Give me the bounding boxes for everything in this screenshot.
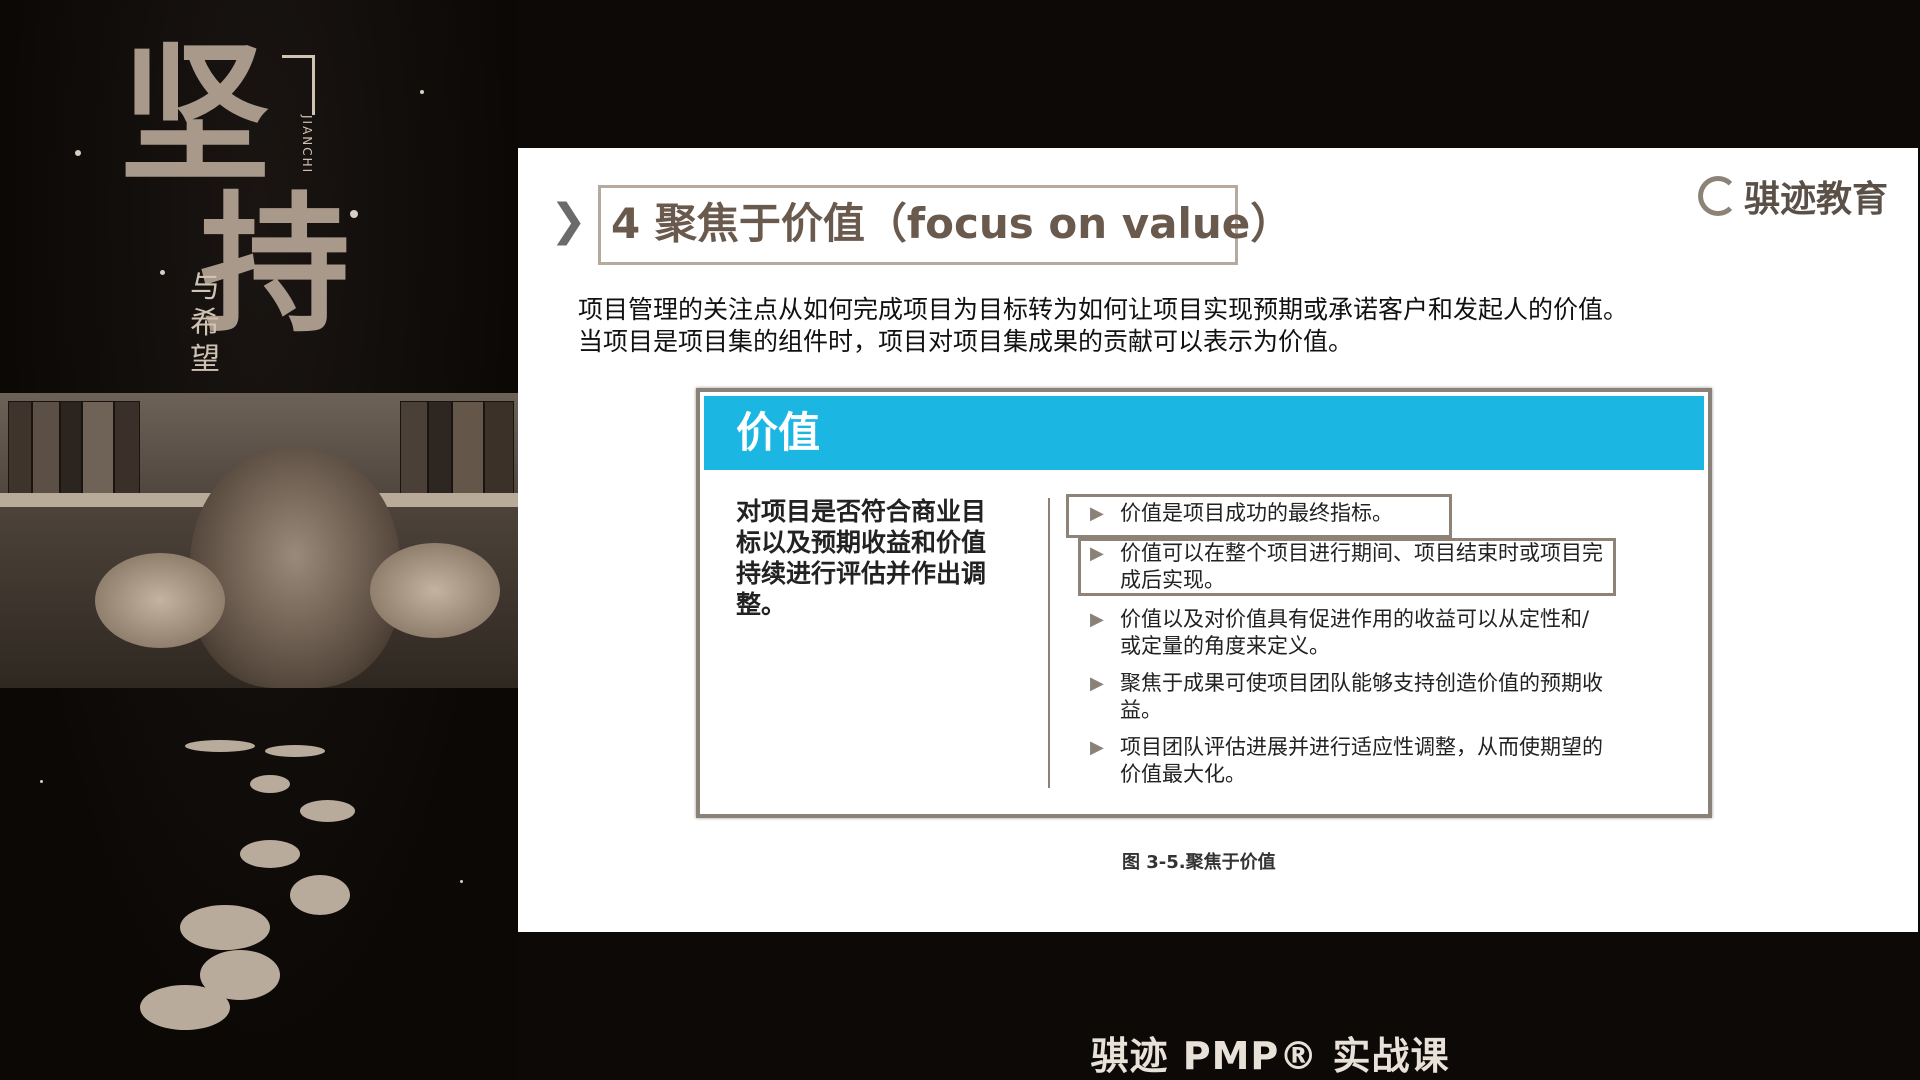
book-spine	[60, 401, 82, 503]
footprint	[300, 800, 355, 822]
triangle-bullet-icon: ▶	[1090, 673, 1104, 694]
highlight-box	[1078, 538, 1616, 596]
poster-pinyin: JIANCHI	[300, 115, 314, 175]
triangle-bullet-icon: ▶	[1090, 609, 1104, 630]
poster-rule	[312, 55, 315, 115]
bullet-text: 价值以及对价值具有促进作用的收益可以从定性和/或定量的角度来定义。	[1120, 607, 1590, 658]
webcam-feed	[0, 393, 518, 688]
course-title: 骐迹 PMP® 实战课	[1090, 1034, 1450, 1078]
brand: 骐迹教育	[1697, 170, 1888, 222]
triangle-bullet-icon: ▶	[1090, 737, 1104, 758]
footprint	[250, 775, 290, 793]
bullet-item: ▶ 项目团队评估进展并进行适应性调整，从而使期望的价值最大化。	[1090, 734, 1610, 788]
book-spine	[452, 401, 484, 503]
brand-logo-icon	[1697, 176, 1738, 216]
footprint	[265, 745, 325, 757]
bullet-text: 聚焦于成果可使项目团队能够支持创造价值的预期收益。	[1120, 671, 1603, 722]
decorative-poster: 坚 持 JIANCHI 与希望	[0, 0, 518, 1080]
presentation-slide: ❯ 4 聚焦于价值（focus on value） 骐迹教育 项目管理的关注点从…	[518, 148, 1918, 932]
star-dot	[40, 780, 43, 783]
footprint	[180, 905, 270, 950]
poster-subtitle: 与希望	[190, 270, 220, 377]
poster-calligraphy: 坚 持	[120, 40, 380, 340]
divider	[1048, 498, 1050, 788]
book-spine	[400, 401, 428, 503]
calligraphy-char-1: 坚	[120, 27, 271, 203]
calligraphy-char-2: 持	[200, 177, 351, 353]
intro-text-line: 项目管理的关注点从如何完成项目为目标转为如何让项目实现预期或承诺客户和发起人的价…	[578, 295, 1629, 324]
slide-title: 4 聚焦于价值（focus on value）	[611, 199, 1293, 248]
book-spine	[32, 401, 60, 503]
footprint	[185, 740, 255, 752]
brand-name: 骐迹教育	[1743, 179, 1888, 220]
presenter	[190, 448, 400, 688]
poster-rule	[282, 55, 315, 58]
star-dot	[420, 90, 424, 94]
footprint	[240, 840, 300, 868]
star-dot	[75, 150, 81, 156]
value-card: 价值 对项目是否符合商业目标以及预期收益和价值持续进行评估并作出调整。 ▶ 价值…	[696, 388, 1712, 818]
book-spine	[8, 401, 32, 503]
presenter-hand	[370, 543, 500, 638]
chevron-right-icon: ❯	[550, 195, 587, 246]
card-summary: 对项目是否符合商业目标以及预期收益和价值持续进行评估并作出调整。	[736, 497, 987, 619]
book-spine	[428, 401, 452, 503]
card-title: 价值	[736, 408, 821, 457]
book-spine	[82, 401, 114, 503]
card-header: 价值	[704, 396, 1704, 470]
highlight-box	[1066, 494, 1452, 538]
footprint	[290, 875, 350, 915]
figure-caption: 图 3-5.聚焦于价值	[1122, 852, 1276, 873]
bullet-item: ▶ 价值以及对价值具有促进作用的收益可以从定性和/或定量的角度来定义。	[1090, 606, 1610, 660]
bullet-item: ▶ 聚焦于成果可使项目团队能够支持创造价值的预期收益。	[1090, 670, 1610, 724]
footprint	[140, 985, 230, 1030]
book-spine	[484, 401, 514, 503]
presenter-hand	[95, 553, 225, 648]
bullet-text: 项目团队评估进展并进行适应性调整，从而使期望的价值最大化。	[1120, 735, 1603, 786]
book-spine	[114, 401, 140, 503]
intro-text-line: 当项目是项目集的组件时，项目对项目集成果的贡献可以表示为价值。	[578, 327, 1354, 356]
star-dot	[460, 880, 463, 883]
title-highlight-box: 4 聚焦于价值（focus on value）	[598, 185, 1292, 265]
